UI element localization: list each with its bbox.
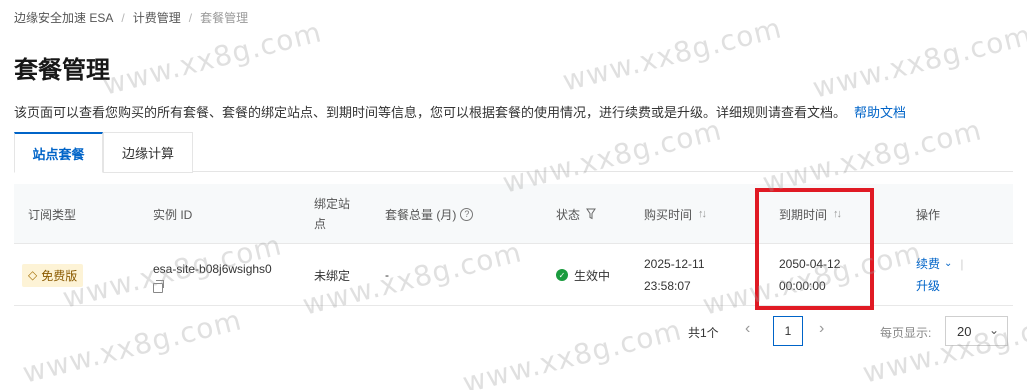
header-status: 状态 xyxy=(556,184,596,244)
renew-action: 续费 ⌄ | xyxy=(916,253,964,275)
page-description: 该页面可以查看您购买的所有套餐、套餐的绑定站点、到期时间等信息，您可以根据套餐的… xyxy=(14,102,906,121)
check-icon: ✓ xyxy=(556,269,568,281)
help-doc-link[interactable]: 帮助文档 xyxy=(854,105,906,120)
pagination-total: 共1个 xyxy=(688,326,719,340)
tab-site-plan[interactable]: 站点套餐 xyxy=(14,132,103,173)
header-instance-id: 实例 ID xyxy=(153,207,193,222)
cell-subscription-type: ◇ 免费版 xyxy=(22,244,84,306)
status-label: 生效中 xyxy=(574,268,611,283)
breadcrumb-item-billing[interactable]: 计费管理 xyxy=(133,9,181,26)
cell-purchase-time: 2025-12-11 23:58:07 xyxy=(644,244,705,306)
header-bound-site-line2: 点 xyxy=(314,217,327,231)
tab-edge-compute[interactable]: 边缘计算 xyxy=(103,132,193,173)
cell-actions: 续费 ⌄ | 升级 xyxy=(916,244,964,306)
watermark: www.xx8g.com xyxy=(559,11,786,98)
breadcrumb-item-esa[interactable]: 边缘安全加速 ESA xyxy=(14,9,113,26)
cell-instance-id: esa-site-b08j6wsighs0 xyxy=(153,244,272,306)
chevron-down-icon[interactable]: ⌄ xyxy=(944,253,952,275)
cell-expire-time: 2050-04-12 00:00:00 xyxy=(779,244,840,306)
table-row: ◇ 免费版 esa-site-b08j6wsighs0 未绑定 - ✓ 生效中 … xyxy=(14,244,1013,306)
page-title: 套餐管理 xyxy=(14,57,110,84)
header-bound-site-line1: 绑定站 xyxy=(314,197,351,211)
instance-id-value: esa-site-b08j6wsighs0 xyxy=(153,261,272,276)
description-text: 该页面可以查看您购买的所有套餐、套餐的绑定站点、到期时间等信息，您可以根据套餐的… xyxy=(14,105,847,120)
chevron-right-icon[interactable]: › xyxy=(819,320,824,338)
per-page-label: 每页显示: xyxy=(880,326,932,340)
breadcrumb: 边缘安全加速 ESA / 计费管理 / 套餐管理 xyxy=(14,9,248,26)
plan-badge: ◇ 免费版 xyxy=(22,263,84,287)
sort-icon[interactable]: ↑↓ xyxy=(833,208,842,220)
expire-clock: 00:00:00 xyxy=(779,279,826,293)
help-icon[interactable]: ? xyxy=(460,207,474,221)
header-expire-time[interactable]: 到期时间 ↑↓ xyxy=(779,184,842,244)
sort-icon[interactable]: ↑↓ xyxy=(698,208,707,220)
chevron-down-icon: ⌄ xyxy=(988,323,999,337)
header-purchase-time[interactable]: 购买时间 ↑↓ xyxy=(644,184,707,244)
tab-bar: 站点套餐 边缘计算 xyxy=(14,132,1013,173)
diamond-icon: ◇ xyxy=(28,268,38,282)
expire-date: 2050-04-12 xyxy=(779,257,841,271)
renew-link[interactable]: 续费 xyxy=(916,253,940,275)
divider: | xyxy=(960,257,964,271)
header-purchase-time-label: 购买时间 xyxy=(644,207,693,222)
page-number-current[interactable]: 1 xyxy=(773,316,803,346)
header-subscription-type: 订阅类型 xyxy=(28,207,77,222)
watermark: www.xx8g.com xyxy=(99,15,326,102)
watermark: www.xx8g.com xyxy=(809,18,1027,105)
copy-icon[interactable] xyxy=(153,279,164,293)
cell-status: ✓ 生效中 xyxy=(556,244,610,306)
breadcrumb-item-current: 套餐管理 xyxy=(200,11,249,25)
chevron-left-icon[interactable]: ‹ xyxy=(745,320,750,338)
per-page-select[interactable]: 20 ⌄ xyxy=(945,316,1008,346)
header-expire-time-label: 到期时间 xyxy=(779,207,828,222)
per-page-value: 20 xyxy=(957,323,972,339)
header-status-label: 状态 xyxy=(556,207,581,222)
breadcrumb-separator: / xyxy=(188,10,193,25)
filter-icon[interactable] xyxy=(586,208,596,220)
purchase-clock: 23:58:07 xyxy=(644,279,691,293)
header-bound-site: 绑定站 点 xyxy=(314,184,350,244)
table-header: 订阅类型 实例 ID 绑定站 点 套餐总量 (月) ? 状态 购买时间 ↑↓ 到… xyxy=(14,184,1013,244)
plan-table: 订阅类型 实例 ID 绑定站 点 套餐总量 (月) ? 状态 购买时间 ↑↓ 到… xyxy=(14,184,1013,306)
purchase-date: 2025-12-11 xyxy=(644,257,705,271)
pagination: 共1个 ‹ 1 › 每页显示: 20 ⌄ xyxy=(0,314,1027,348)
plan-badge-label: 免费版 xyxy=(41,268,78,283)
header-total-quota-label: 套餐总量 (月) xyxy=(385,207,457,222)
cell-bound-site: 未绑定 xyxy=(314,268,351,283)
header-total-quota: 套餐总量 (月) ? xyxy=(385,184,474,244)
header-actions: 操作 xyxy=(916,207,941,222)
cell-total-quota: - xyxy=(385,268,389,282)
breadcrumb-separator: / xyxy=(121,10,125,25)
upgrade-link[interactable]: 升级 xyxy=(916,275,940,297)
